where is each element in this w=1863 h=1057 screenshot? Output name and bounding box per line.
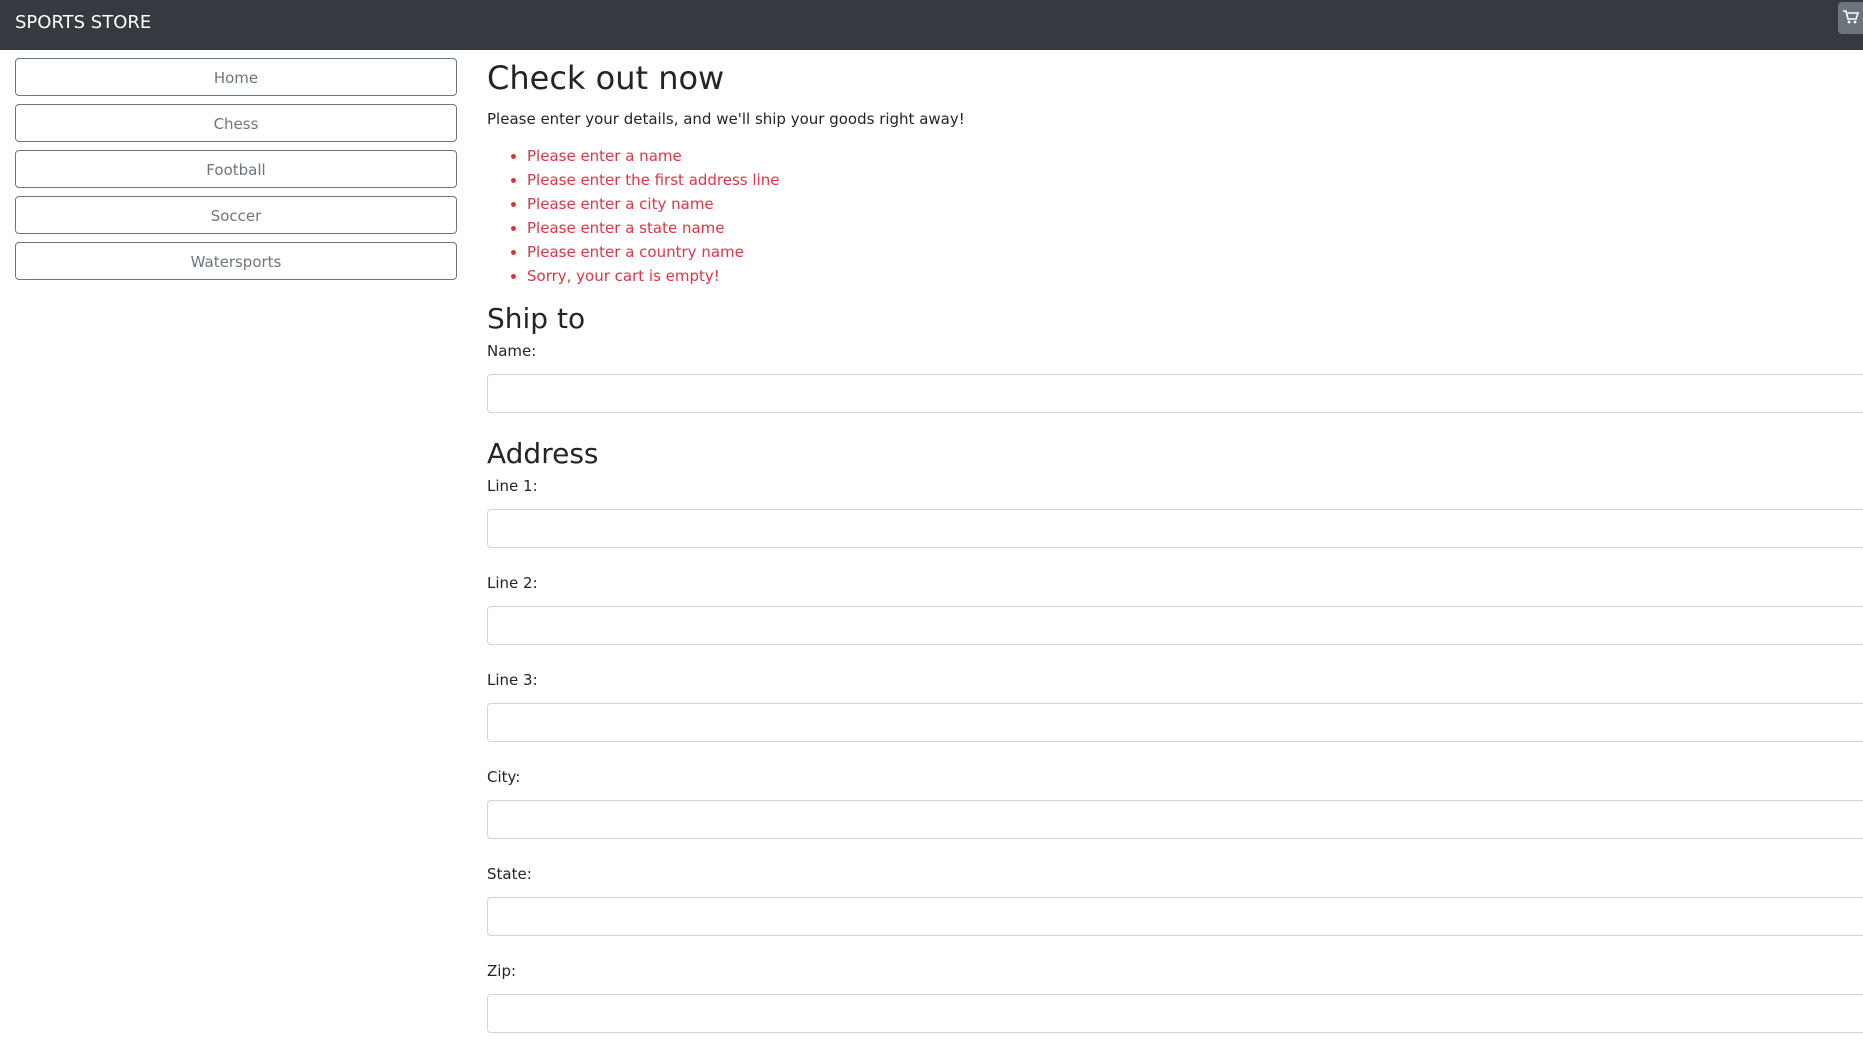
city-group: City: xyxy=(487,766,1863,839)
zip-group: Zip: xyxy=(487,960,1863,1033)
brand-link[interactable]: SPORTS STORE xyxy=(15,12,151,34)
ship-to-heading: Ship to xyxy=(487,302,586,335)
cart-icon xyxy=(1842,9,1859,28)
zip-input[interactable] xyxy=(487,994,1863,1033)
category-button-watersports[interactable]: Watersports xyxy=(15,242,457,280)
line2-input[interactable] xyxy=(487,606,1863,645)
category-button-chess[interactable]: Chess xyxy=(15,104,457,142)
cart-button[interactable] xyxy=(1838,2,1863,34)
category-button-home[interactable]: Home xyxy=(15,58,457,96)
line3-input[interactable] xyxy=(487,703,1863,742)
error-item: Please enter a city name xyxy=(527,192,1863,216)
intro-text: Please enter your details, and we'll shi… xyxy=(487,110,965,128)
validation-error-list: Please enter a name Please enter the fir… xyxy=(487,144,1863,288)
state-input[interactable] xyxy=(487,897,1863,936)
navbar: SPORTS STORE xyxy=(0,0,1863,50)
address-heading: Address xyxy=(487,437,599,470)
error-item: Please enter a name xyxy=(527,144,1863,168)
category-button-soccer[interactable]: Soccer xyxy=(15,196,457,234)
error-item: Please enter the first address line xyxy=(527,168,1863,192)
category-sidebar: Home Chess Football Soccer Watersports xyxy=(15,58,457,288)
zip-label: Zip: xyxy=(487,962,517,980)
line1-input[interactable] xyxy=(487,509,1863,548)
checkout-main: Check out now Please enter your details,… xyxy=(487,58,1863,1057)
name-label: Name: xyxy=(487,342,537,360)
state-label: State: xyxy=(487,865,532,883)
line2-label: Line 2: xyxy=(487,574,538,592)
line1-label: Line 1: xyxy=(487,477,538,495)
line1-group: Line 1: xyxy=(487,475,1863,548)
name-group: Name: xyxy=(487,340,1863,413)
state-group: State: xyxy=(487,863,1863,936)
line3-label: Line 3: xyxy=(487,671,538,689)
error-item: Please enter a state name xyxy=(527,216,1863,240)
city-input[interactable] xyxy=(487,800,1863,839)
city-label: City: xyxy=(487,768,521,786)
error-item: Sorry, your cart is empty! xyxy=(527,264,1863,288)
line3-group: Line 3: xyxy=(487,669,1863,742)
line2-group: Line 2: xyxy=(487,572,1863,645)
page-title: Check out now xyxy=(487,59,725,97)
category-button-football[interactable]: Football xyxy=(15,150,457,188)
error-item: Please enter a country name xyxy=(527,240,1863,264)
name-input[interactable] xyxy=(487,374,1863,413)
